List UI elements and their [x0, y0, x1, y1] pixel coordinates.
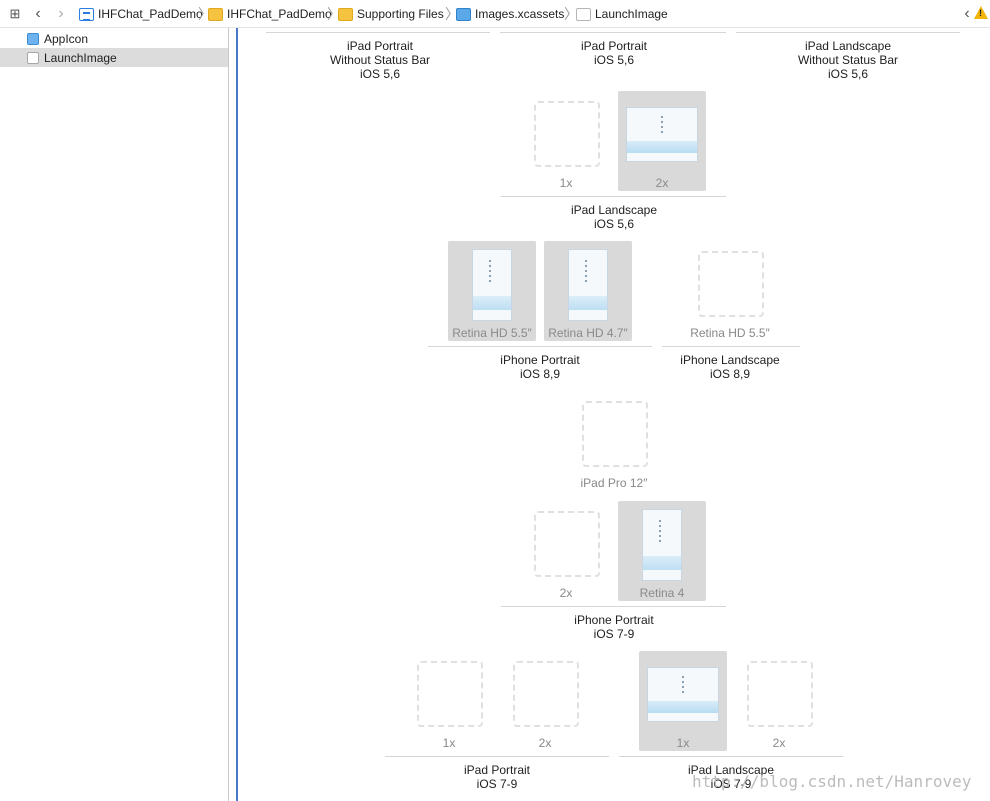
group-os: iOS 5,6	[593, 53, 635, 67]
group-title: iPad Portrait	[580, 39, 648, 53]
group-title: iPhone Portrait	[500, 353, 580, 367]
group-os: iOS 7-9	[593, 627, 635, 641]
group-title: iPad Portrait	[346, 39, 414, 53]
launch-image-thumbnail[interactable]	[626, 107, 698, 162]
group-title: iPhone Portrait	[574, 613, 654, 627]
breadcrumb-project[interactable]: IHFChat_PadDemo	[79, 6, 203, 22]
app-icon-set-icon	[27, 32, 39, 45]
empty-drop-target[interactable]	[698, 251, 764, 317]
group-os: iOS 5,6	[827, 67, 869, 81]
group-title: iPad Landscape	[570, 203, 658, 217]
launch-image-thumbnail[interactable]	[642, 509, 682, 581]
empty-drop-target[interactable]	[534, 511, 600, 577]
asset-list-sidebar: AppIcon LaunchImage	[0, 28, 229, 801]
watermark-text: http://blog.csdn.net/Hanrovey	[692, 772, 972, 791]
sidebar-item-label: LaunchImage	[44, 50, 117, 65]
group-label-iphone-portrait-79: iPhone Portrait iOS 7-9	[574, 613, 653, 641]
empty-drop-target[interactable]	[582, 401, 648, 467]
asset-catalog-icon	[456, 7, 471, 21]
related-items-icon[interactable]: ⊞	[6, 5, 24, 23]
launch-image-thumbnail[interactable]	[568, 249, 608, 321]
slot-caption: 2x	[538, 736, 552, 750]
group-divider	[266, 32, 490, 33]
breadcrumb-label: Images.xcassets	[475, 7, 565, 21]
group-label-ipad-portrait-79: iPad Portrait iOS 7-9	[464, 763, 530, 791]
slot-caption: 2x	[559, 586, 573, 600]
group-label-ipad-portrait-nosb-56: iPad Portrait Without Status Bar iOS 5,6	[330, 39, 430, 81]
back-arrow-icon[interactable]: ‹	[29, 5, 47, 23]
group-os: iOS 5,6	[359, 67, 401, 81]
folder-icon	[338, 7, 353, 21]
empty-drop-target[interactable]	[747, 661, 813, 727]
breadcrumb-assets[interactable]: Images.xcassets	[456, 6, 564, 22]
group-title: iPad Landscape	[804, 39, 892, 53]
slot-caption: iPad Pro 12″	[580, 476, 648, 490]
slot-caption: 2x	[655, 176, 669, 190]
group-divider	[428, 346, 652, 347]
group-divider	[736, 32, 960, 33]
group-divider	[501, 196, 726, 197]
group-os: iOS 8,9	[519, 367, 561, 381]
group-title: iPad Portrait	[463, 763, 531, 777]
project-icon	[79, 7, 94, 21]
group-label-ipad-landscape-nosb-56: iPad Landscape Without Status Bar iOS 5,…	[798, 39, 898, 81]
slot-caption: 1x	[559, 176, 573, 190]
group-divider	[385, 756, 609, 757]
group-label-ipad-landscape-56: iPad Landscape iOS 5,6	[571, 203, 657, 231]
group-title: iPhone Landscape	[680, 353, 780, 367]
group-label-iphone-landscape-89: iPhone Landscape iOS 8,9	[680, 353, 779, 381]
breadcrumb-label: Supporting Files	[357, 7, 444, 21]
group-os: iOS 8,9	[709, 367, 751, 381]
group-divider	[619, 756, 843, 757]
breadcrumb-supporting-files[interactable]: Supporting Files	[338, 6, 444, 22]
slot-caption: Retina HD 4.7″	[548, 326, 628, 340]
group-divider	[501, 606, 726, 607]
launch-image-thumbnail[interactable]	[647, 667, 719, 722]
breadcrumb-folder[interactable]: IHFChat_PadDemo	[208, 6, 332, 22]
launch-image-set-icon	[27, 51, 39, 64]
sidebar-item-launchimage[interactable]: LaunchImage	[0, 48, 228, 67]
slot-caption: 2x	[772, 736, 786, 750]
breadcrumb-label: IHFChat_PadDemo	[227, 7, 332, 21]
folder-icon	[208, 7, 223, 21]
warning-icon[interactable]: !	[974, 6, 988, 19]
forward-arrow-icon[interactable]: ›	[52, 5, 70, 23]
sidebar-item-appicon[interactable]: AppIcon	[0, 29, 228, 48]
slot-caption: Retina HD 5.5″	[690, 326, 770, 340]
sidebar-item-label: AppIcon	[44, 31, 89, 46]
launch-image-thumbnail[interactable]	[472, 249, 512, 321]
slot-caption: Retina 4	[639, 586, 685, 600]
group-label-iphone-portrait-89: iPhone Portrait iOS 8,9	[500, 353, 579, 381]
empty-drop-target[interactable]	[513, 661, 579, 727]
breadcrumb-label: LaunchImage	[595, 7, 668, 21]
slot-caption: 1x	[442, 736, 456, 750]
group-os: iOS 7-9	[476, 777, 518, 791]
slot-caption: Retina HD 5.5″	[452, 326, 532, 340]
empty-drop-target[interactable]	[417, 661, 483, 727]
group-subtitle: Without Status Bar	[329, 53, 431, 67]
group-label-ipad-portrait-56: iPad Portrait iOS 5,6	[581, 39, 647, 67]
slot-caption: 1x	[676, 736, 690, 750]
launch-image-icon	[576, 7, 591, 21]
group-os: iOS 5,6	[593, 217, 635, 231]
group-divider	[500, 32, 726, 33]
group-subtitle: Without Status Bar	[797, 53, 899, 67]
launch-image-editor: iPad Portrait Without Status Bar iOS 5,6…	[238, 28, 990, 801]
jump-bar: ⊞ ‹ › IHFChat_PadDemo 〉 IHFChat_PadDemo …	[0, 0, 990, 28]
group-divider	[662, 346, 800, 347]
breadcrumb-label: IHFChat_PadDemo	[98, 7, 203, 21]
empty-drop-target[interactable]	[534, 101, 600, 167]
breadcrumb-launch-image[interactable]: LaunchImage	[576, 6, 668, 22]
